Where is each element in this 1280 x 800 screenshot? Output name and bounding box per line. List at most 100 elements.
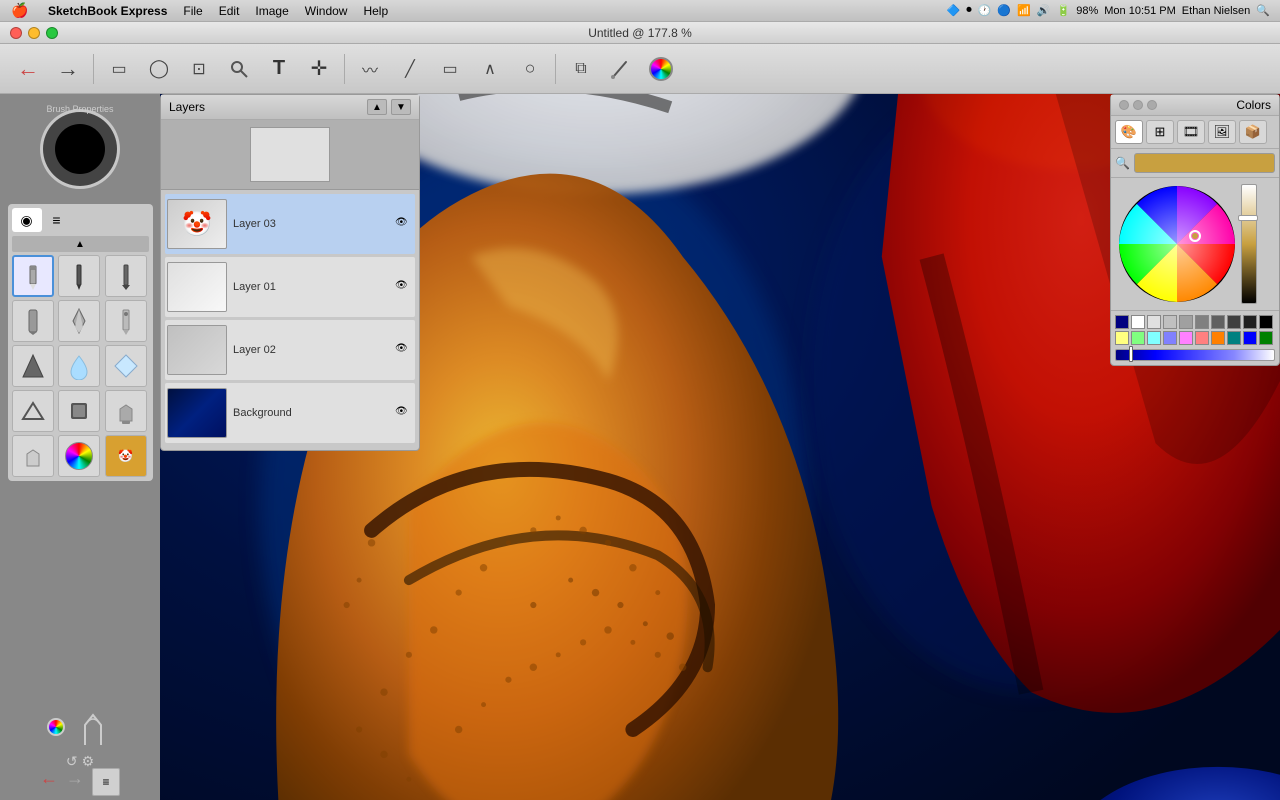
color-swatch-14[interactable] <box>1179 331 1193 345</box>
tool-tab-settings[interactable]: ≡ <box>42 208 72 232</box>
menu-window[interactable]: Window <box>297 0 356 22</box>
tool-triangle[interactable] <box>12 345 54 387</box>
text-tool-button[interactable]: T <box>261 51 297 87</box>
search-icon[interactable]: 🔍 <box>1256 4 1270 17</box>
color-selector[interactable] <box>47 718 65 736</box>
brush-properties-widget[interactable]: Brush Properties <box>35 104 125 194</box>
color-swatch-preview[interactable] <box>1134 153 1275 173</box>
color-brightness-slider[interactable] <box>1241 184 1257 304</box>
layers-icon-button[interactable]: ⧉ <box>563 51 599 87</box>
menu-help[interactable]: Help <box>355 0 396 22</box>
color-swatch-16[interactable] <box>1211 331 1225 345</box>
color-swatches-row-2 <box>1115 331 1275 345</box>
color-swatch-5[interactable] <box>1195 315 1209 329</box>
color-swatch-15[interactable] <box>1195 331 1209 345</box>
color-swatch-19[interactable] <box>1259 331 1273 345</box>
colors-close-btn-2[interactable] <box>1133 100 1143 110</box>
nav-back-arrow[interactable]: ← <box>40 768 58 796</box>
menu-file[interactable]: File <box>175 0 210 22</box>
menu-image[interactable]: Image <box>247 0 296 22</box>
layer-visibility-01[interactable]: 👁 <box>395 280 409 294</box>
color-swatch-1[interactable] <box>1131 315 1145 329</box>
color-tab-swatches[interactable]: ⊞ <box>1146 120 1174 144</box>
zigzag-tool-button[interactable]: ∧ <box>472 51 508 87</box>
color-tab-palette[interactable]: 🎞 <box>1177 120 1205 144</box>
tool-ruler-pen[interactable] <box>105 300 147 342</box>
color-swatch-18[interactable] <box>1243 331 1257 345</box>
color-swatch-12[interactable] <box>1147 331 1161 345</box>
ellipse-tool-button[interactable]: ○ <box>512 51 548 87</box>
color-swatch-10[interactable] <box>1115 331 1129 345</box>
brightness-slider-thumb[interactable] <box>1238 215 1258 221</box>
colors-close-btn-3[interactable] <box>1147 100 1157 110</box>
tool-extra[interactable]: 🤡 <box>105 435 147 477</box>
color-swatch-8[interactable] <box>1243 315 1257 329</box>
color-wheel-button[interactable] <box>643 51 679 87</box>
tool-fill[interactable] <box>12 435 54 477</box>
color-swatch-2[interactable] <box>1147 315 1161 329</box>
undo-button[interactable]: ← <box>10 51 46 87</box>
layer-item-02[interactable]: Layer 02 👁 <box>165 320 415 380</box>
colors-search-bar: 🔍 <box>1111 149 1279 178</box>
color-gradient-bar[interactable] <box>1115 349 1275 361</box>
brush-tool-button[interactable] <box>603 51 639 87</box>
layer-item-01[interactable]: Layer 01 👁 <box>165 257 415 317</box>
color-swatch-11[interactable] <box>1131 331 1145 345</box>
maximize-button[interactable] <box>46 27 58 39</box>
tool-pencil2[interactable] <box>58 300 100 342</box>
zoom-tool-button[interactable] <box>221 51 257 87</box>
color-tab-image[interactable]: 🖼 <box>1208 120 1236 144</box>
color-swatch-4[interactable] <box>1179 315 1193 329</box>
layer-item-bg[interactable]: Background 👁 <box>165 383 415 443</box>
nav-panel-btn[interactable]: ≡ <box>92 768 120 796</box>
color-swatch-7[interactable] <box>1227 315 1241 329</box>
color-tab-crayon[interactable]: 📦 <box>1239 120 1267 144</box>
tool-bucket[interactable] <box>105 390 147 432</box>
crop-tool-button[interactable]: ⊡ <box>181 51 217 87</box>
layer-move-down[interactable]: ▼ <box>391 99 411 115</box>
color-swatch-0[interactable] <box>1115 315 1129 329</box>
tool-triangle2[interactable] <box>12 390 54 432</box>
color-wheel[interactable] <box>1117 184 1237 304</box>
tool-calligraphy[interactable] <box>105 255 147 297</box>
tool-marker[interactable] <box>12 300 54 342</box>
color-swatch-17[interactable] <box>1227 331 1241 345</box>
select-tool-button[interactable]: ▭ <box>101 51 137 87</box>
layer-visibility-03[interactable]: 👁 <box>395 217 409 231</box>
tool-ink-pen[interactable] <box>58 255 100 297</box>
tool-color2[interactable] <box>58 435 100 477</box>
gradient-bar-thumb[interactable] <box>1129 346 1133 362</box>
canvas-area[interactable]: Layers ▲ ▼ 🤡 Layer 03 👁 <box>160 94 1280 800</box>
colors-close-btn-1[interactable] <box>1119 100 1129 110</box>
status-clock2: 🕐 <box>978 4 992 17</box>
tool-pencil[interactable] <box>12 255 54 297</box>
line-tool-button[interactable]: ╱ <box>392 51 428 87</box>
layers-panel-header: Layers ▲ ▼ <box>161 95 419 120</box>
tool-smudge[interactable] <box>58 390 100 432</box>
pen-tool-button[interactable]: 〰 <box>352 51 388 87</box>
left-tool-panel: Brush Properties ◉ ≡ ▲ <box>0 94 160 800</box>
layer-item-03[interactable]: 🤡 Layer 03 👁 <box>165 194 415 254</box>
color-swatch-13[interactable] <box>1163 331 1177 345</box>
color-tab-wheel[interactable]: 🎨 <box>1115 120 1143 144</box>
color-swatch-3[interactable] <box>1163 315 1177 329</box>
layer-move-up[interactable]: ▲ <box>367 99 387 115</box>
redo-button[interactable]: → <box>50 51 86 87</box>
tool-tab-brush[interactable]: ◉ <box>12 208 42 232</box>
layer-visibility-bg[interactable]: 👁 <box>395 406 409 420</box>
tool-scroll-up[interactable]: ▲ <box>12 236 149 252</box>
pen-tool-icon[interactable] <box>73 707 113 747</box>
color-swatch-9[interactable] <box>1259 315 1273 329</box>
lasso-tool-button[interactable]: ◯ <box>141 51 177 87</box>
rect-tool-button[interactable]: ▭ <box>432 51 468 87</box>
layer-visibility-02[interactable]: 👁 <box>395 343 409 357</box>
move-tool-button[interactable]: ✛ <box>301 51 337 87</box>
apple-menu[interactable]: 🍎 <box>0 2 40 19</box>
minimize-button[interactable] <box>28 27 40 39</box>
tool-waterdrop[interactable] <box>58 345 100 387</box>
color-swatch-6[interactable] <box>1211 315 1225 329</box>
tool-diamond[interactable] <box>105 345 147 387</box>
nav-fwd-arrow[interactable]: → <box>66 768 84 796</box>
close-button[interactable] <box>10 27 22 39</box>
menu-edit[interactable]: Edit <box>211 0 248 22</box>
